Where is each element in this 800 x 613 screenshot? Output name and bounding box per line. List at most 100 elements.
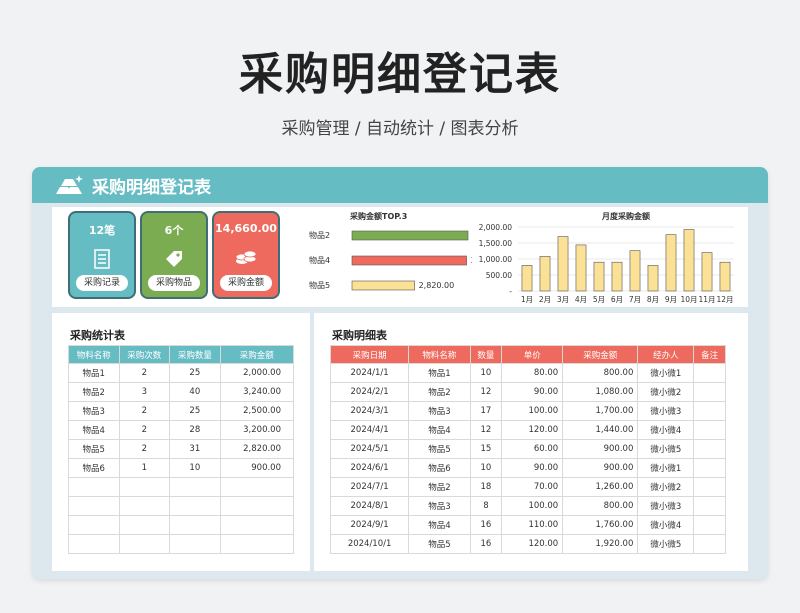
- table-cell[interactable]: 2024/3/1: [329, 401, 410, 421]
- kpi-records-label[interactable]: 采购记录: [76, 275, 128, 291]
- table-cell[interactable]: [169, 477, 221, 497]
- table-cell[interactable]: 2024/8/1: [329, 496, 410, 516]
- table-cell[interactable]: 2024/9/1: [329, 515, 410, 535]
- table-cell[interactable]: [118, 534, 171, 554]
- table-cell[interactable]: 1,080.00: [562, 382, 639, 402]
- table-cell[interactable]: 物品5: [408, 439, 471, 459]
- table-cell[interactable]: 10: [169, 458, 221, 478]
- table-cell[interactable]: 1,260.00: [562, 477, 639, 497]
- table-cell[interactable]: 物品4: [68, 420, 120, 440]
- detail-column-header[interactable]: 采购日期: [329, 345, 410, 364]
- table-cell[interactable]: 微小微2: [637, 382, 695, 402]
- table-cell[interactable]: [693, 534, 726, 554]
- table-cell[interactable]: 90.00: [501, 382, 564, 402]
- table-cell[interactable]: 3: [118, 382, 171, 402]
- table-cell[interactable]: 微小微1: [637, 363, 695, 383]
- table-cell[interactable]: 物品4: [408, 515, 471, 535]
- table-cell[interactable]: 28: [169, 420, 221, 440]
- table-cell[interactable]: 25: [169, 363, 221, 383]
- table-cell[interactable]: 31: [169, 439, 221, 459]
- table-cell[interactable]: 物品3: [68, 401, 120, 421]
- stats-column-header[interactable]: 采购次数: [118, 345, 171, 364]
- table-cell[interactable]: 900.00: [562, 439, 639, 459]
- table-cell[interactable]: 物品5: [68, 439, 120, 459]
- table-cell[interactable]: 2024/4/1: [329, 420, 410, 440]
- table-cell[interactable]: [693, 363, 726, 383]
- table-cell[interactable]: 12: [469, 382, 503, 402]
- table-cell[interactable]: 物品2: [408, 477, 471, 497]
- table-cell[interactable]: [219, 477, 295, 497]
- table-cell[interactable]: 物品4: [408, 420, 471, 440]
- detail-column-header[interactable]: 经办人: [637, 345, 695, 364]
- table-cell[interactable]: 10: [469, 458, 503, 478]
- table-cell[interactable]: 1,440.00: [562, 420, 639, 440]
- detail-column-header[interactable]: 备注: [693, 345, 726, 364]
- table-cell[interactable]: 2024/10/1: [329, 534, 410, 554]
- stats-column-header[interactable]: 采购金额: [219, 345, 295, 364]
- table-cell[interactable]: 物品1: [68, 363, 120, 383]
- table-cell[interactable]: 2,500.00: [219, 401, 295, 421]
- table-cell[interactable]: [169, 496, 221, 516]
- table-cell[interactable]: 物品2: [408, 382, 471, 402]
- kpi-items-label[interactable]: 采购物品: [148, 275, 200, 291]
- table-cell[interactable]: 微小微4: [637, 515, 695, 535]
- kpi-amount-label[interactable]: 采购金额: [220, 275, 272, 291]
- table-cell[interactable]: [693, 420, 726, 440]
- table-cell[interactable]: 2024/5/1: [329, 439, 410, 459]
- table-cell[interactable]: 微小微4: [637, 420, 695, 440]
- table-cell[interactable]: 16: [469, 515, 503, 535]
- stats-column-header[interactable]: 采购数量: [169, 345, 221, 364]
- table-cell[interactable]: [693, 401, 726, 421]
- table-cell[interactable]: [169, 515, 221, 535]
- table-cell[interactable]: 2024/2/1: [329, 382, 410, 402]
- table-cell[interactable]: 2024/6/1: [329, 458, 410, 478]
- table-cell[interactable]: [219, 534, 295, 554]
- table-cell[interactable]: 物品3: [408, 496, 471, 516]
- detail-column-header[interactable]: 单价: [501, 345, 564, 364]
- table-cell[interactable]: 18: [469, 477, 503, 497]
- table-cell[interactable]: 120.00: [501, 534, 564, 554]
- table-cell[interactable]: [169, 534, 221, 554]
- table-cell[interactable]: 3,200.00: [219, 420, 295, 440]
- table-cell[interactable]: [118, 515, 171, 535]
- table-cell[interactable]: 800.00: [562, 363, 639, 383]
- table-cell[interactable]: [693, 477, 726, 497]
- table-cell[interactable]: 1,700.00: [562, 401, 639, 421]
- table-cell[interactable]: 10: [469, 363, 503, 383]
- detail-column-header[interactable]: 采购金额: [562, 345, 639, 364]
- table-cell[interactable]: 3,240.00: [219, 382, 295, 402]
- table-cell[interactable]: 2: [118, 363, 171, 383]
- table-cell[interactable]: 2,820.00: [219, 439, 295, 459]
- table-cell[interactable]: 物品2: [68, 382, 120, 402]
- table-cell[interactable]: 物品5: [408, 534, 471, 554]
- table-cell[interactable]: [118, 477, 171, 497]
- table-cell[interactable]: [118, 496, 171, 516]
- table-cell[interactable]: 1: [118, 458, 171, 478]
- table-cell[interactable]: 2024/1/1: [329, 363, 410, 383]
- table-cell[interactable]: 微小微3: [637, 496, 695, 516]
- table-cell[interactable]: 物品1: [408, 363, 471, 383]
- table-cell[interactable]: 16: [469, 534, 503, 554]
- table-cell[interactable]: 1,760.00: [562, 515, 639, 535]
- table-cell[interactable]: [68, 477, 120, 497]
- detail-column-header[interactable]: 数量: [469, 345, 503, 364]
- table-cell[interactable]: 12: [469, 420, 503, 440]
- table-cell[interactable]: 2,000.00: [219, 363, 295, 383]
- table-cell[interactable]: 17: [469, 401, 503, 421]
- table-cell[interactable]: 70.00: [501, 477, 564, 497]
- table-cell[interactable]: 80.00: [501, 363, 564, 383]
- table-cell[interactable]: 120.00: [501, 420, 564, 440]
- table-cell[interactable]: 25: [169, 401, 221, 421]
- table-cell[interactable]: 90.00: [501, 458, 564, 478]
- table-cell[interactable]: 900.00: [562, 458, 639, 478]
- table-cell[interactable]: 2: [118, 439, 171, 459]
- detail-column-header[interactable]: 物料名称: [408, 345, 471, 364]
- table-cell[interactable]: 15: [469, 439, 503, 459]
- table-cell[interactable]: 8: [469, 496, 503, 516]
- table-cell[interactable]: 2: [118, 420, 171, 440]
- table-cell[interactable]: 物品3: [408, 401, 471, 421]
- table-cell[interactable]: [68, 515, 120, 535]
- table-cell[interactable]: [68, 534, 120, 554]
- table-cell[interactable]: [693, 458, 726, 478]
- table-cell[interactable]: [693, 382, 726, 402]
